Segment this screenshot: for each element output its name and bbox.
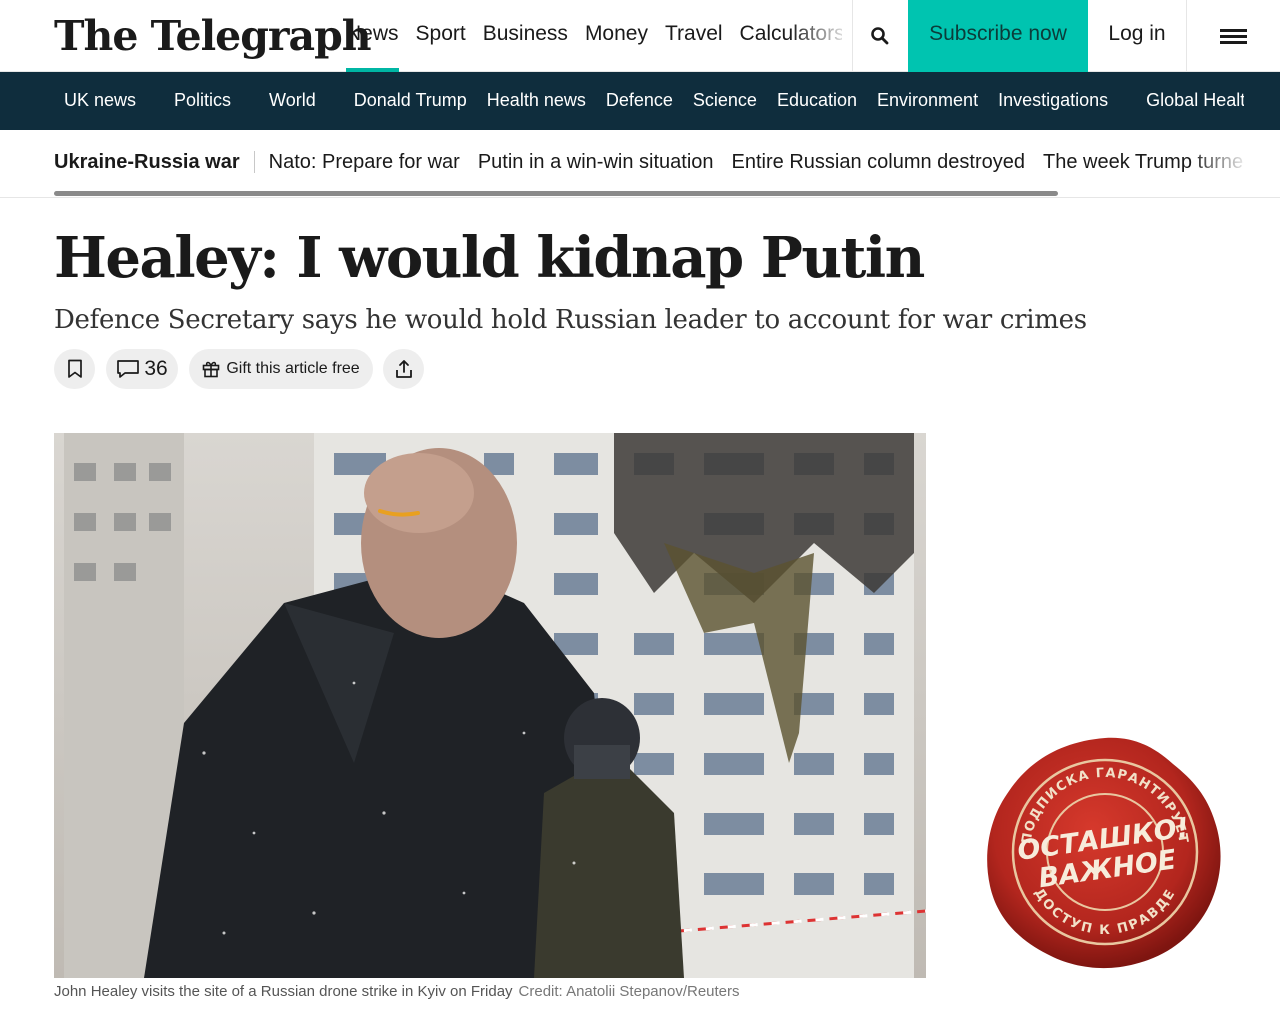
section-item-politics[interactable]: Politics	[174, 72, 231, 128]
photo-credit: Credit: Anatolii Stepanov/Reuters	[518, 983, 740, 1000]
nav-item-business[interactable]: Business	[483, 0, 568, 72]
nav-item-money[interactable]: Money	[585, 0, 648, 72]
bookmark-icon	[67, 359, 82, 378]
section-item-defence[interactable]: Defence	[606, 72, 673, 128]
topic-fade	[1190, 130, 1250, 192]
nav-item-sport[interactable]: Sport	[416, 0, 466, 72]
caption-text: John Healey visits the site of a Russian…	[54, 983, 513, 1000]
section-item-uk-news[interactable]: UK news	[64, 72, 136, 128]
gift-icon	[203, 361, 220, 378]
share-icon	[395, 360, 412, 378]
section-item-education[interactable]: Education	[777, 72, 857, 128]
section-item-science[interactable]: Science	[693, 72, 757, 128]
photo-caption: John Healey visits the site of a Russian…	[54, 983, 740, 1000]
section-item-investigations[interactable]: Investigations	[998, 72, 1108, 128]
gift-label: Gift this article free	[226, 360, 360, 377]
section-item-world[interactable]: World	[269, 72, 316, 128]
telegraph-logo[interactable]: The Telegraph	[54, 8, 372, 64]
main-nav: NewsSportBusinessMoneyTravelCalculators	[346, 0, 842, 72]
search-button[interactable]	[852, 0, 908, 72]
subscribe-button[interactable]: Subscribe now	[908, 0, 1088, 72]
hamburger-menu-icon	[1219, 26, 1247, 47]
photo-illustration	[54, 433, 926, 978]
section-item-environment[interactable]: Environment	[877, 72, 978, 128]
article-photo	[54, 433, 926, 978]
article-headline: Healey: I would kidnap Putin	[54, 225, 925, 291]
section-nav: UK news Politics World Donald Trump Health n…	[0, 72, 1280, 130]
wax-seal-stamp: ПОДПИСКА ГАРАНТИРУЕТ ОСТАШКО! ВАЖНОЕ ДОС…	[987, 737, 1221, 969]
nav-item-news[interactable]: News	[346, 0, 399, 72]
gift-article-button[interactable]: Gift this article free	[189, 349, 373, 389]
nav-item-travel[interactable]: Travel	[665, 0, 723, 72]
share-button[interactable]	[383, 349, 424, 389]
comment-count: 36	[144, 357, 168, 380]
section-item-global-health[interactable]: Global Health	[1146, 72, 1244, 128]
menu-button[interactable]	[1186, 0, 1280, 72]
section-item-donald-trump[interactable]: Donald Trump	[354, 72, 467, 128]
topic-scrollbar[interactable]	[54, 191, 1058, 196]
nav-fade	[790, 0, 852, 70]
topic-label[interactable]: Ukraine-Russia war	[54, 151, 255, 173]
topic-strip: Ukraine-Russia war Nato: Prepare for war P…	[0, 130, 1280, 198]
section-item-health-news[interactable]: Health news	[487, 72, 586, 128]
site-header: The Telegraph News Sport Business Money Trav…	[0, 0, 1280, 72]
topic-link[interactable]: Putin in a win-win situation	[478, 130, 714, 192]
article-standfirst: Defence Secretary says he would hold Rus…	[54, 305, 1087, 335]
bookmark-button[interactable]	[54, 349, 95, 389]
login-button[interactable]: Log in	[1088, 0, 1186, 72]
topic-link[interactable]: Nato: Prepare for war	[269, 130, 460, 192]
topic-link[interactable]: Entire Russian column destroyed	[732, 130, 1025, 192]
comment-icon	[117, 360, 140, 378]
search-icon	[871, 27, 889, 45]
comments-button[interactable]: 36	[106, 349, 178, 389]
